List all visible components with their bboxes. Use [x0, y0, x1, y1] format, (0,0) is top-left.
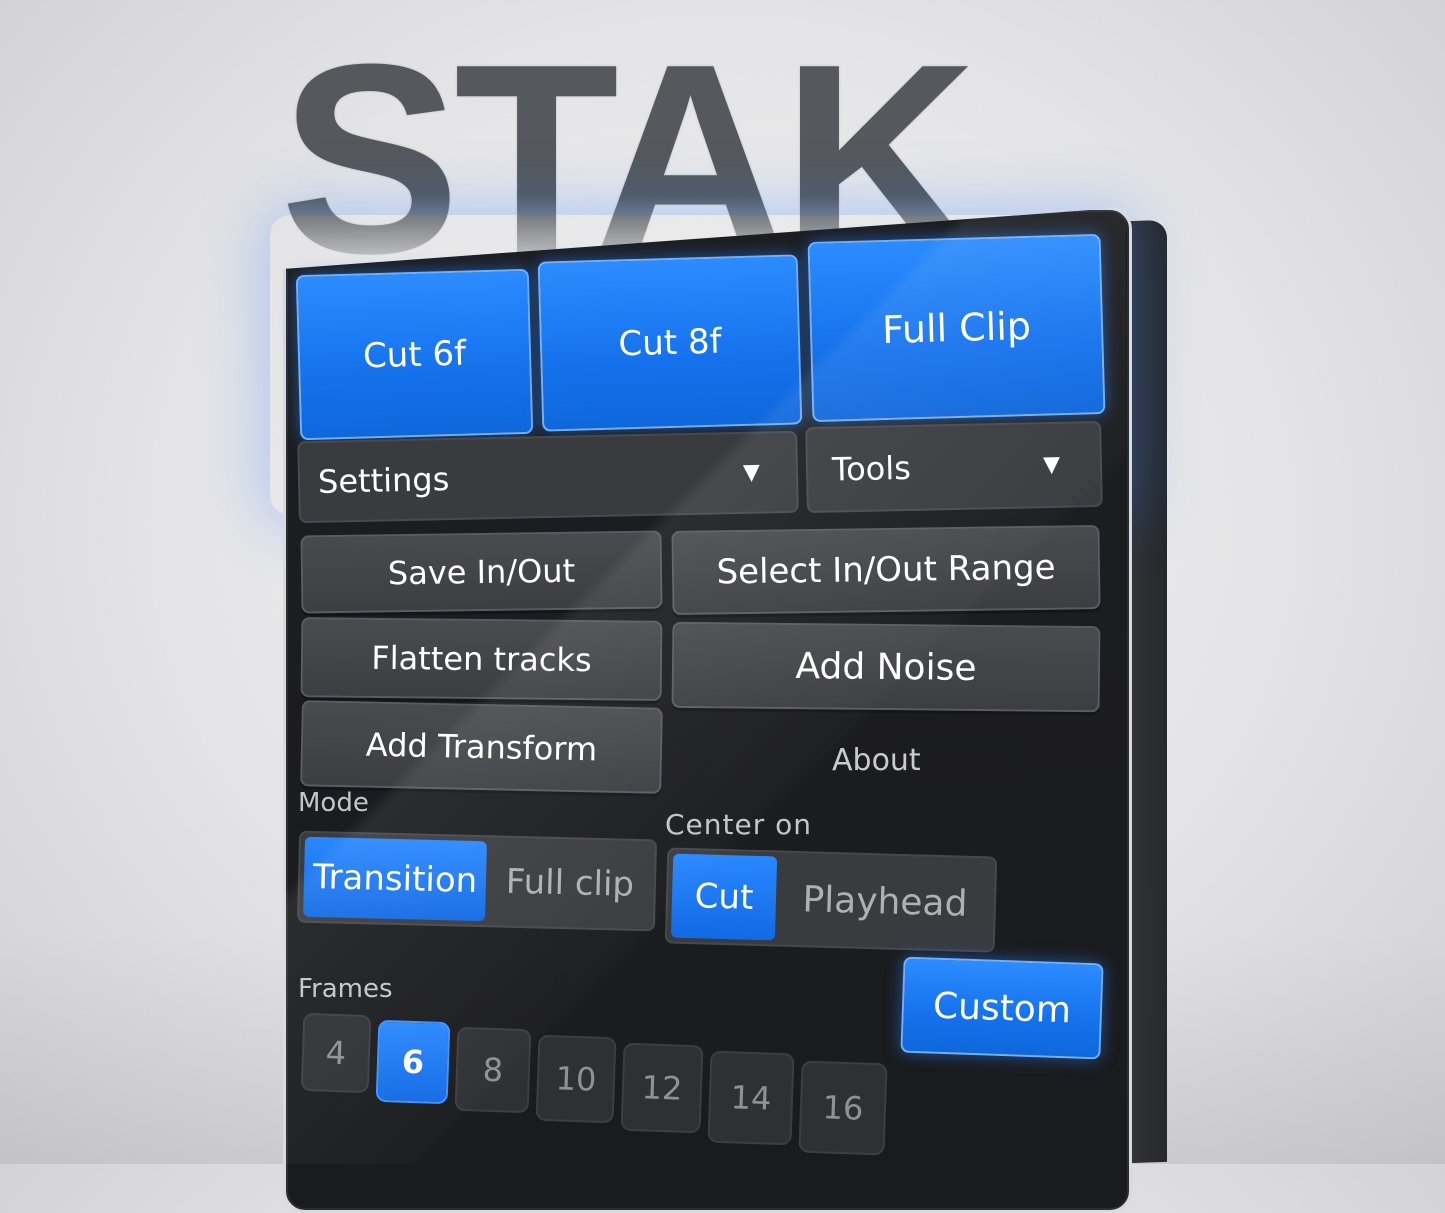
settings-dropdown[interactable]: Settings ▼ — [297, 430, 799, 524]
frame-option-14[interactable]: 14 — [707, 1050, 795, 1146]
mode-option-full-clip[interactable]: Full clip — [489, 841, 651, 925]
center-on-option-playhead-label: Playhead — [801, 878, 968, 925]
frame-option-6[interactable]: 6 — [375, 1019, 451, 1105]
frame-option-6-label: 6 — [401, 1042, 425, 1082]
frame-option-16-label: 16 — [821, 1088, 865, 1128]
mode-option-transition-label: Transition — [312, 856, 478, 901]
frame-option-14-label: 14 — [729, 1078, 773, 1118]
about-link[interactable]: About — [832, 743, 921, 778]
custom-frames-label: Custom — [932, 985, 1072, 1031]
frame-option-4-label: 4 — [325, 1033, 347, 1073]
cut-6f-label: Cut 6f — [362, 333, 467, 376]
flatten-tracks-label: Flatten tracks — [371, 638, 592, 680]
frame-option-8[interactable]: 8 — [454, 1026, 532, 1114]
mode-option-transition[interactable]: Transition — [303, 836, 487, 922]
chevron-down-icon: ▼ — [1042, 452, 1061, 478]
save-in-out-button[interactable]: Save In/Out — [300, 530, 663, 614]
cut-8f-label: Cut 8f — [617, 321, 723, 365]
center-on-option-playhead[interactable]: Playhead — [779, 857, 991, 947]
tools-dropdown-label: Tools — [831, 448, 912, 489]
mode-label: Mode — [298, 788, 369, 818]
settings-dropdown-label: Settings — [317, 460, 450, 501]
add-noise-button[interactable]: Add Noise — [671, 621, 1101, 713]
select-in-out-range-button[interactable]: Select In/Out Range — [671, 525, 1101, 615]
full-clip-button[interactable]: Full Clip — [807, 233, 1106, 423]
frame-option-10-label: 10 — [554, 1059, 598, 1099]
mode-option-full-clip-label: Full clip — [505, 861, 635, 905]
chevron-down-icon: ▼ — [742, 460, 761, 486]
save-in-out-label: Save In/Out — [387, 551, 576, 593]
frame-option-4[interactable]: 4 — [300, 1012, 372, 1094]
center-on-segmented-control: Cut Playhead — [664, 847, 998, 953]
frame-option-16[interactable]: 16 — [798, 1060, 888, 1156]
select-in-out-range-label: Select In/Out Range — [716, 547, 1056, 593]
custom-frames-button[interactable]: Custom — [900, 956, 1104, 1060]
cut-6f-button[interactable]: Cut 6f — [295, 268, 534, 441]
tools-dropdown[interactable]: Tools ▼ — [805, 420, 1103, 514]
frame-option-8-label: 8 — [482, 1050, 504, 1090]
cut-8f-button[interactable]: Cut 8f — [537, 254, 803, 432]
add-noise-label: Add Noise — [795, 645, 977, 689]
mode-segmented-control: Transition Full clip — [296, 830, 658, 932]
frame-option-12[interactable]: 12 — [620, 1042, 704, 1134]
center-on-label: Center on — [665, 808, 813, 841]
full-clip-label: Full Clip — [881, 303, 1032, 353]
frame-option-10[interactable]: 10 — [535, 1034, 617, 1124]
center-on-option-cut[interactable]: Cut — [670, 853, 778, 941]
add-transform-label: Add Transform — [365, 725, 598, 769]
frames-label: Frames — [298, 974, 393, 1004]
flatten-tracks-button[interactable]: Flatten tracks — [300, 617, 663, 701]
center-on-option-cut-label: Cut — [694, 876, 754, 918]
add-transform-button[interactable]: Add Transform — [300, 700, 663, 794]
frame-option-12-label: 12 — [640, 1068, 684, 1108]
